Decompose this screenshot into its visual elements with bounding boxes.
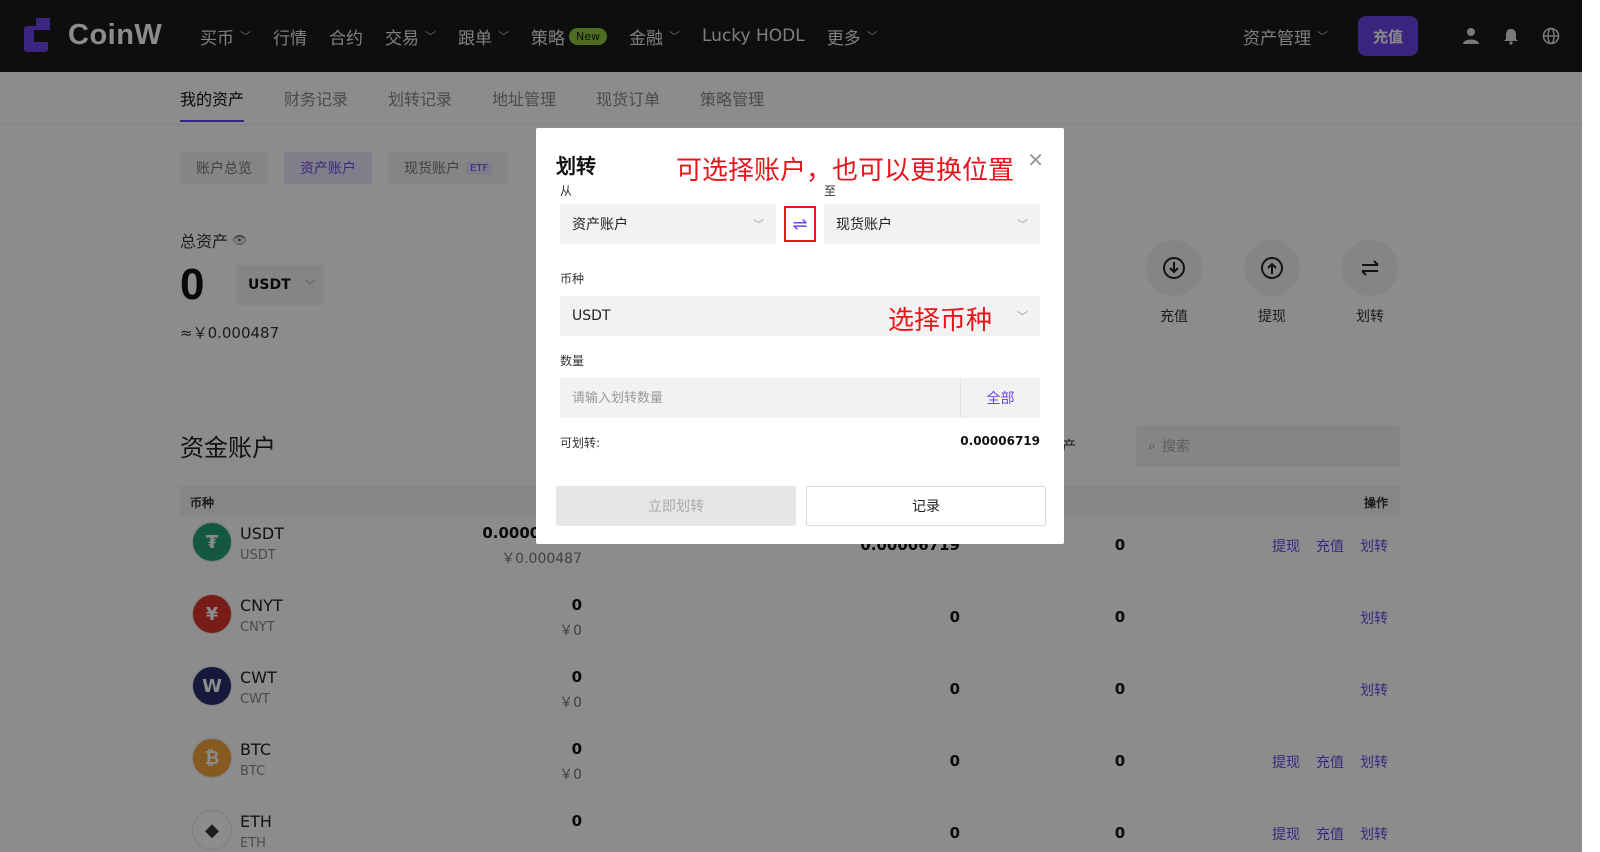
chevron-down-icon: ﹀: [1017, 218, 1028, 231]
quantity-label: 数量: [560, 354, 585, 368]
to-label: 至: [824, 184, 837, 198]
from-account-select[interactable]: 资产账户 ﹀: [560, 204, 776, 244]
quantity-input[interactable]: [560, 378, 960, 418]
from-account-value: 资产账户: [572, 217, 628, 233]
chevron-down-icon: ﹀: [753, 218, 764, 231]
scroll-gutter: [1582, 0, 1600, 852]
to-account-value: 现货账户: [836, 217, 892, 233]
all-button[interactable]: 全部: [960, 378, 1040, 418]
swap-icon[interactable]: ⇌: [784, 206, 816, 242]
annotation-coin: 选择币种: [888, 306, 993, 336]
annotation-account: 可选择账户，也可以更换位置: [676, 156, 1015, 186]
available-value: 0.00006719: [960, 434, 1040, 448]
chevron-down-icon: ﹀: [1017, 310, 1028, 323]
modal-title: 划转: [556, 154, 596, 178]
coin-label: 币种: [560, 272, 585, 286]
available-label: 可划转:: [560, 436, 601, 450]
close-icon[interactable]: ✕: [1027, 148, 1044, 172]
from-label: 从: [560, 184, 573, 198]
transfer-modal: 划转 可选择账户，也可以更换位置 ✕ 从 至 资产账户 ﹀ ⇌ 现货账户 ﹀ 币种 …: [536, 128, 1064, 544]
to-account-select[interactable]: 现货账户 ﹀: [824, 204, 1040, 244]
transfer-now-button[interactable]: 立即划转: [556, 486, 796, 526]
coin-value: USDT: [572, 308, 611, 324]
record-button[interactable]: 记录: [806, 486, 1046, 526]
